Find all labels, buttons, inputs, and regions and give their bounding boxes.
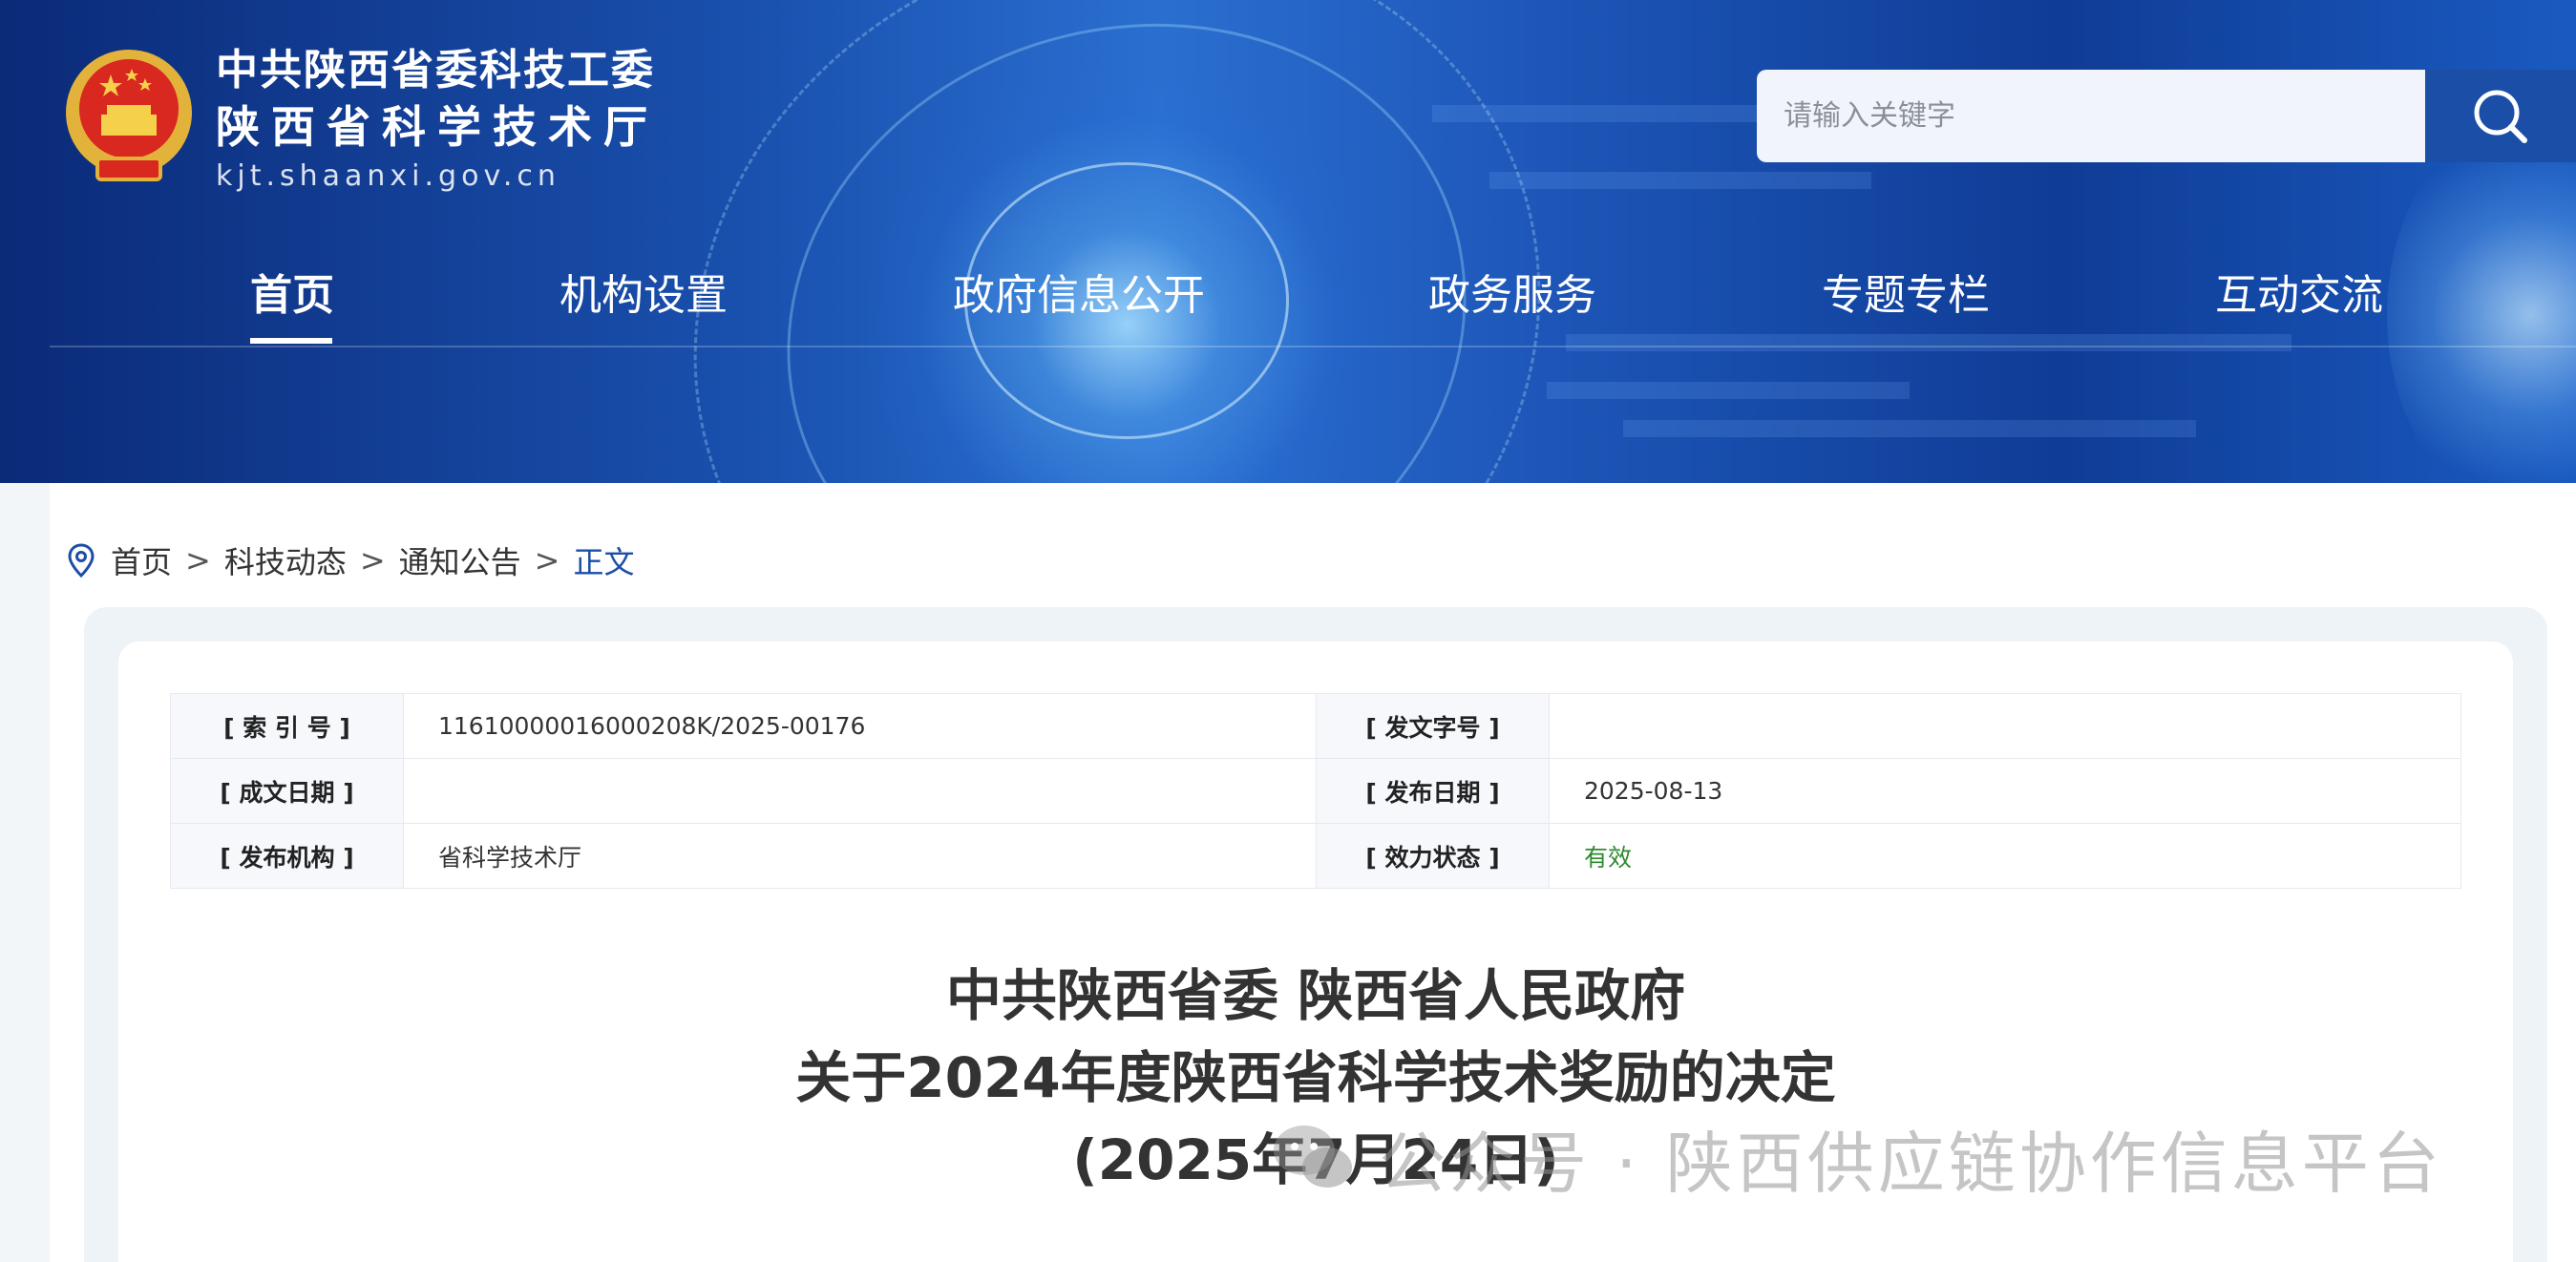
wechat-icon	[1274, 1125, 1352, 1188]
site-title-line1: 中共陕西省委科技工委	[216, 46, 655, 95]
publish-date-label: [ 发布日期 ]	[1316, 758, 1550, 824]
site-domain: kjt.shaanxi.gov.cn	[216, 159, 560, 193]
main-nav: 首页 机构设置 政府信息公开 政务服务 专题专栏 互动交流	[0, 248, 2576, 344]
search-input[interactable]	[1757, 70, 2425, 162]
nav-item-home[interactable]: 首页	[250, 258, 334, 334]
nav-item-interaction[interactable]: 互动交流	[2215, 258, 2383, 334]
watermark-text: 公众号 · 陕西供应链协作信息平台	[1379, 1124, 2443, 1203]
document-meta-table: [ 索 引 号 ] 11610000016000208K/2025-00176 …	[170, 693, 2461, 889]
doc-no-label: [ 发文字号 ]	[1316, 693, 1550, 759]
watermark: 公众号 · 陕西供应链协作信息平台	[1270, 1115, 2443, 1203]
status-label: [ 效力状态 ]	[1316, 823, 1550, 889]
search-button[interactable]	[2425, 70, 2576, 162]
nav-item-gov-info[interactable]: 政府信息公开	[953, 258, 1205, 334]
publisher-label: [ 发布机构 ]	[170, 823, 404, 889]
breadcrumb-home[interactable]: 首页	[111, 538, 172, 582]
status-value: 有效	[1549, 823, 2461, 889]
table-row: [ 成文日期 ] [ 发布日期 ] 2025-08-13	[170, 758, 2461, 824]
site-title[interactable]: 中共陕西省委科技工委 陕西省科学技术厅 kjt.shaanxi.gov.cn	[216, 42, 659, 199]
breadcrumb-tech-news[interactable]: 科技动态	[224, 538, 347, 582]
nav-active-indicator	[250, 338, 332, 344]
breadcrumb-notices[interactable]: 通知公告	[399, 538, 521, 582]
nav-divider	[50, 346, 2576, 347]
breadcrumb-separator: >	[359, 542, 386, 578]
doc-no-value	[1549, 693, 2461, 759]
publisher-value: 省科学技术厅	[403, 823, 1317, 889]
nav-item-organization[interactable]: 机构设置	[560, 258, 728, 334]
site-title-line2: 陕西省科学技术厅	[216, 101, 659, 153]
table-row: [ 索 引 号 ] 11610000016000208K/2025-00176 …	[170, 693, 2461, 759]
breadcrumb: 首页 > 科技动态 > 通知公告 > 正文	[67, 536, 635, 584]
breadcrumb-separator: >	[534, 542, 560, 578]
nav-item-topics[interactable]: 专题专栏	[1822, 258, 1990, 334]
national-emblem-icon[interactable]	[63, 46, 195, 187]
document-title-line2: 关于2024年度陕西省科学技术奖励的决定	[795, 1045, 1836, 1110]
index-no-value: 11610000016000208K/2025-00176	[403, 693, 1317, 759]
table-row: [ 发布机构 ] 省科学技术厅 [ 效力状态 ] 有效	[170, 823, 2461, 889]
document-title-line1: 中共陕西省委 陕西省人民政府	[945, 963, 1686, 1028]
publish-date-value: 2025-08-13	[1549, 758, 2461, 824]
breadcrumb-separator: >	[185, 542, 211, 578]
index-no-label: [ 索 引 号 ]	[170, 693, 404, 759]
written-date-value	[403, 758, 1317, 824]
written-date-label: [ 成文日期 ]	[170, 758, 404, 824]
nav-item-services[interactable]: 政务服务	[1428, 258, 1596, 334]
location-pin-icon	[68, 543, 95, 578]
breadcrumb-current: 正文	[573, 544, 635, 580]
search-icon	[2474, 90, 2527, 143]
